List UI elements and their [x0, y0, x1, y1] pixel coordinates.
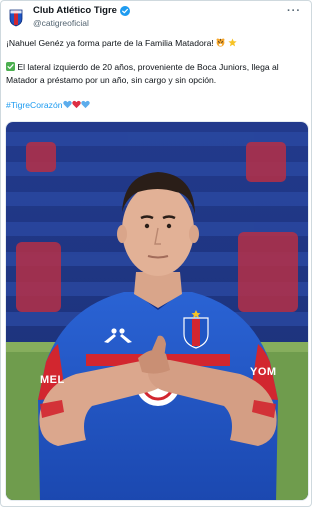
tweet-text-line1: ¡Nahuel Genéz ya forma parte de la Famil… [6, 37, 305, 50]
tweet-text-line3: #TigreCorazón [6, 99, 305, 112]
tiger-face-emoji-icon [216, 38, 225, 47]
user-handle[interactable]: @catigreoficial [33, 17, 130, 29]
more-options-icon[interactable]: ··· [287, 5, 301, 17]
blue-heart-emoji-icon [62, 100, 72, 109]
display-name[interactable]: Club Atlético Tigre [33, 5, 117, 17]
hashtag-link[interactable]: #TigreCorazón [6, 100, 63, 110]
check-mark-emoji-icon [6, 62, 15, 71]
tweet-media-photo[interactable]: MEL YOM [5, 121, 309, 501]
tweet-card[interactable]: Club Atlético Tigre @catigreoficial ··· … [0, 0, 312, 507]
blue-heart-emoji-icon [80, 100, 90, 109]
red-heart-emoji-icon [71, 100, 81, 109]
sponsor-text-right: YOM [250, 366, 277, 378]
tweet-text-line2: El lateral izquierdo de 20 años, proveni… [6, 62, 279, 85]
star-emoji-icon [227, 38, 237, 47]
tweet-header: Club Atlético Tigre @catigreoficial ··· [9, 5, 303, 33]
sponsor-text-left: MEL [40, 374, 65, 386]
club-crest-icon[interactable] [9, 9, 23, 27]
verified-badge-icon [119, 6, 130, 16]
